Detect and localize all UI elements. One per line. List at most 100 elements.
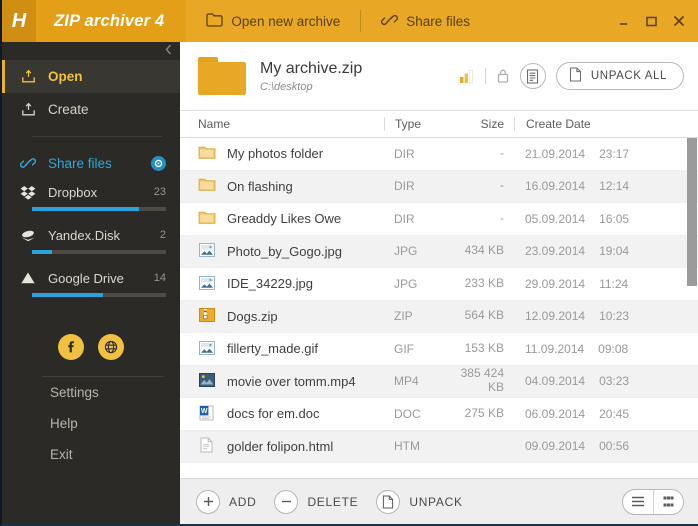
sidebar-item-open-label: Open (48, 69, 83, 84)
maximize-icon[interactable] (645, 15, 658, 28)
video-file-icon (198, 372, 216, 390)
facebook-icon[interactable] (58, 334, 84, 360)
open-new-archive-button[interactable]: Open new archive (186, 0, 360, 42)
file-name: On flashing (227, 179, 293, 194)
sync-icon[interactable] (151, 156, 166, 171)
lock-icon[interactable] (496, 68, 510, 84)
table-row[interactable]: Greaddy Likes OweDIR-05.09.201416:05 (180, 203, 698, 236)
cell-type: MP4 (384, 374, 442, 388)
grid-view-icon[interactable] (653, 490, 683, 514)
table-row[interactable]: My photos folderDIR-21.09.2014 23:17 (180, 138, 698, 171)
create-date: 29.09.2014 (525, 277, 585, 291)
sidebar-item-open[interactable]: Open (2, 60, 180, 93)
file-name: IDE_34229.jpg (227, 276, 313, 291)
create-date: 12.09.2014 (525, 309, 585, 323)
table-row[interactable]: fillerty_made.gifGIF153 KB11.09.201409:0… (180, 333, 698, 366)
cell-name: fillerty_made.gif (190, 340, 384, 358)
share-files-button[interactable]: Share files (361, 0, 490, 42)
sidebar-collapse-button[interactable] (2, 42, 180, 60)
table-row[interactable]: Dogs.zipZIP564 KB12.09.201410:23 (180, 301, 698, 334)
column-header-name[interactable]: Name (190, 117, 384, 131)
sidebar-item-exit[interactable]: Exit (2, 439, 180, 470)
sidebar-item-share-files[interactable]: Share files (2, 147, 180, 179)
archive-name: My archive.zip (260, 59, 362, 78)
create-date: 16.09.2014 (525, 179, 585, 193)
table-row[interactable]: golder folipon.htmlHTM09.09.201400:56 (180, 431, 698, 464)
open-new-archive-label: Open new archive (231, 14, 340, 29)
document-icon (569, 67, 582, 85)
vertical-scrollbar[interactable] (686, 138, 698, 478)
table-row[interactable]: movie over tomm.mp4MP4385 424 KB04.09.20… (180, 366, 698, 399)
sidebar-item-help[interactable]: Help (2, 408, 180, 439)
scrollbar-thumb[interactable] (687, 138, 697, 286)
sidebar-item-share-files-label: Share files (48, 156, 112, 171)
file-name: Dogs.zip (227, 309, 278, 324)
archive-info: My archive.zip C:\desktop (260, 59, 362, 92)
unpack-all-button[interactable]: UNPACK ALL (556, 62, 684, 90)
google-drive-usage-bar (32, 293, 166, 297)
cell-create-date: 09.09.201400:56 (514, 439, 698, 453)
file-list-icon[interactable] (520, 63, 546, 89)
sidebar-item-settings[interactable]: Settings (2, 377, 180, 408)
cell-create-date: 04.09.201403:23 (514, 374, 698, 388)
table-row[interactable]: IDE_34229.jpgJPG233 KB29.09.201411:24 (180, 268, 698, 301)
sidebar-item-google-drive[interactable]: Google Drive 14 (2, 265, 180, 291)
google-drive-count: 14 (154, 272, 166, 284)
cell-name: Photo_by_Gogo.jpg (190, 242, 384, 260)
delete-button[interactable]: DELETE (274, 490, 370, 514)
create-date: 04.09.2014 (525, 374, 585, 388)
cell-size: - (442, 179, 514, 193)
sidebar-spacer (2, 470, 180, 524)
create-date: 21.09.2014 (525, 147, 585, 161)
globe-icon[interactable] (98, 334, 124, 360)
cell-type: DIR (384, 212, 442, 226)
table-row[interactable]: On flashingDIR-16.09.201412:14 (180, 171, 698, 204)
create-date: 05.09.2014 (525, 212, 585, 226)
table-row[interactable]: Wdocs for em.docDOC275 KB06.09.201420:45 (180, 398, 698, 431)
window-controls (608, 0, 698, 42)
cell-name: My photos folder (190, 145, 384, 163)
html-file-icon (198, 437, 216, 455)
image-file-icon (198, 340, 216, 358)
add-button[interactable]: ADD (196, 490, 268, 514)
minimize-icon[interactable] (618, 15, 631, 28)
column-header-size[interactable]: Size (442, 117, 514, 131)
close-icon[interactable] (672, 14, 686, 28)
list-view-icon[interactable] (623, 490, 653, 514)
column-header-type[interactable]: Type (384, 117, 442, 131)
table-row[interactable]: Photo_by_Gogo.jpgJPG434 KB23.09.201419:0… (180, 236, 698, 269)
archive-header: My archive.zip C:\desktop (180, 42, 698, 111)
create-time: 23:17 (599, 147, 629, 161)
cell-size: 153 KB (442, 342, 514, 356)
sidebar-item-dropbox-label: Dropbox (48, 185, 97, 200)
unpack-button[interactable]: UNPACK (376, 490, 474, 514)
cell-name: IDE_34229.jpg (190, 275, 384, 293)
toolbar-divider (485, 68, 486, 84)
cell-type: DOC (384, 407, 442, 421)
link-icon (20, 156, 36, 170)
column-header-create-date[interactable]: Create Date (514, 117, 698, 131)
document-icon (376, 490, 400, 514)
cell-create-date: 23.09.201419:04 (514, 244, 698, 258)
archive-path: C:\desktop (260, 81, 362, 93)
cell-type: HTM (384, 439, 442, 453)
zip-file-icon (198, 307, 216, 325)
sidebar-item-help-label: Help (50, 416, 78, 431)
sidebar-item-exit-label: Exit (50, 447, 73, 462)
sidebar-item-yandex-disk[interactable]: Yandex.Disk 2 (2, 222, 180, 248)
cell-type: DIR (384, 147, 442, 161)
cell-name: Greaddy Likes Owe (190, 210, 384, 228)
image-file-icon (198, 275, 216, 293)
file-name: Greaddy Likes Owe (227, 211, 341, 226)
compression-stats-icon[interactable] (459, 69, 475, 84)
main-panel: My archive.zip C:\desktop (180, 42, 698, 524)
plus-icon (196, 490, 220, 514)
cell-create-date: 06.09.201420:45 (514, 407, 698, 421)
cell-size: - (442, 147, 514, 161)
title-bar: H ZIP archiver 4 Open new archive Share … (2, 0, 698, 42)
create-time: 16:05 (599, 212, 629, 226)
sidebar-item-dropbox[interactable]: Dropbox 23 (2, 179, 180, 205)
create-time: 20:45 (599, 407, 629, 421)
cell-type: GIF (384, 342, 442, 356)
sidebar-item-create[interactable]: Create (2, 93, 180, 126)
